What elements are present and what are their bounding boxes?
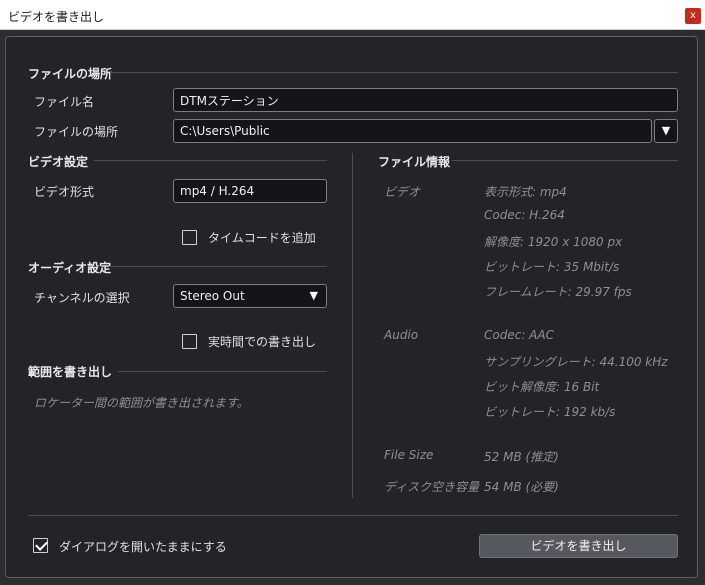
filename-input[interactable] (173, 88, 678, 112)
info-filesize-value: 52 MB (推定) (484, 450, 559, 464)
video-settings-title: ビデオ設定 (28, 155, 89, 169)
info-audio-line: Codec: AAC (484, 328, 554, 342)
info-diskspace-value: 54 MB (必要) (484, 480, 559, 494)
close-icon: x (690, 10, 696, 21)
channel-label: チャンネルの選択 (34, 291, 130, 305)
info-video-line: 表示形式: mp4 (484, 185, 567, 199)
info-video-line: ビットレート: 35 Mbit/s (484, 260, 620, 274)
range-section-title: 範囲を書き出し (28, 365, 113, 379)
path-dropdown-button[interactable]: ▼ (654, 119, 678, 143)
info-audio-label: Audio (384, 328, 419, 342)
file-info-divider (452, 160, 678, 161)
range-description: ロケーター間の範囲が書き出されます。 (34, 396, 249, 410)
location-section-title: ファイルの場所 (28, 67, 113, 81)
close-button[interactable]: x (685, 8, 701, 24)
info-filesize-label: File Size (384, 448, 434, 462)
info-audio-line: サンプリングレート: 44.100 kHz (484, 355, 668, 369)
chevron-down-icon: ▼ (309, 289, 318, 302)
path-value: C:\Users\Public (180, 124, 270, 138)
realtime-checkbox[interactable] (182, 334, 197, 349)
channel-value: Stereo Out (180, 289, 245, 303)
info-video-line: フレームレート: 29.97 fps (484, 285, 632, 299)
window-title: ビデオを書き出し (8, 10, 105, 24)
path-field[interactable]: C:\Users\Public (173, 119, 652, 143)
range-divider (118, 371, 327, 372)
title-bar: ビデオを書き出し x (0, 0, 705, 30)
keep-open-checkbox[interactable] (33, 538, 48, 553)
video-format-value: mp4 / H.264 (180, 184, 255, 198)
info-audio-line: ビット解像度: 16 Bit (484, 380, 600, 394)
location-divider (110, 72, 678, 73)
timecode-label: タイムコードを追加 (208, 231, 316, 245)
keep-open-label: ダイアログを開いたままにする (59, 540, 227, 554)
audio-settings-title: オーディオ設定 (28, 261, 112, 275)
chevron-down-icon: ▼ (661, 124, 671, 137)
file-info-title: ファイル情報 (378, 155, 451, 169)
filename-label: ファイル名 (34, 95, 95, 109)
channel-select[interactable]: Stereo Out ▼ (173, 284, 327, 308)
info-diskspace-label: ディスク空き容量 (384, 480, 480, 494)
timecode-checkbox[interactable] (182, 230, 197, 245)
realtime-label: 実時間での書き出し (208, 335, 317, 349)
audio-settings-divider (110, 266, 327, 267)
video-format-label: ビデオ形式 (34, 185, 95, 199)
column-divider (352, 153, 353, 498)
video-format-field[interactable]: mp4 / H.264 (173, 179, 327, 203)
info-video-label: ビデオ (384, 185, 421, 199)
dialog-panel: ファイルの場所 ファイル名 ファイルの場所 C:\Users\Public ▼ … (5, 36, 698, 578)
footer-divider (28, 515, 678, 516)
info-video-line: Codec: H.264 (484, 208, 565, 222)
info-audio-line: ビットレート: 192 kb/s (484, 405, 616, 419)
info-video-line: 解像度: 1920 x 1080 px (484, 235, 623, 249)
export-video-button[interactable]: ビデオを書き出し (479, 534, 678, 558)
video-settings-divider (94, 160, 327, 161)
path-label: ファイルの場所 (34, 125, 119, 139)
